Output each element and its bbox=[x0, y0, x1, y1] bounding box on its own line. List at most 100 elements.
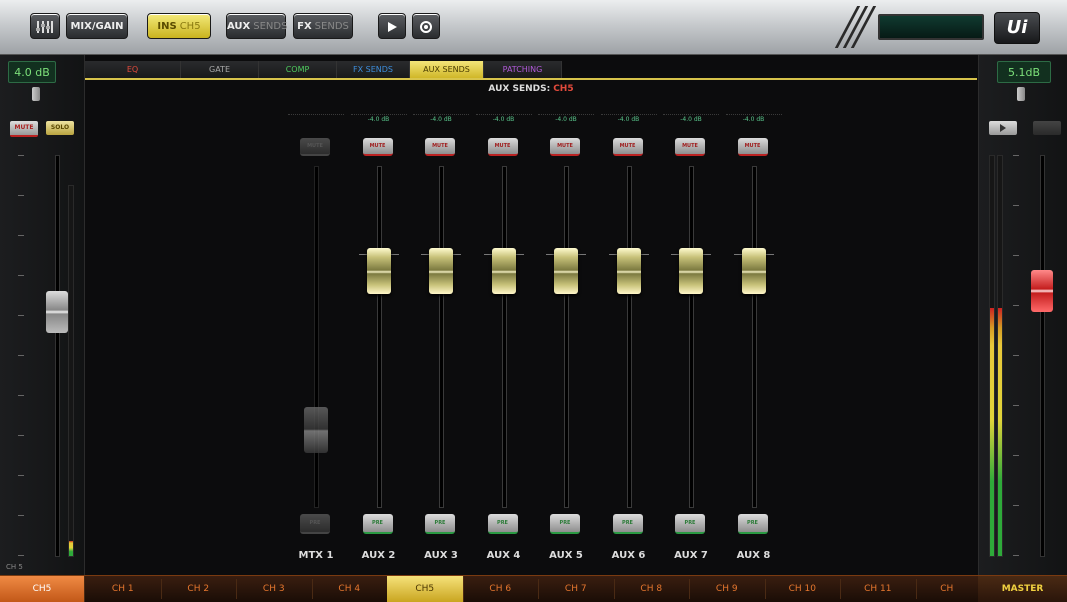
play-icon bbox=[388, 22, 397, 32]
tab-gate-label: GATE bbox=[209, 65, 230, 74]
master-balance-knob[interactable] bbox=[1017, 87, 1025, 101]
aux-send-pre-button[interactable]: PRE bbox=[487, 514, 518, 534]
grille-decoration bbox=[834, 6, 877, 48]
aux-send-fader[interactable] bbox=[554, 248, 578, 295]
aux-send-fader-track bbox=[439, 166, 444, 508]
master-play-button[interactable] bbox=[989, 121, 1017, 135]
aux-send-level-value: -4.0 dB bbox=[538, 114, 594, 124]
aux-send-strip: -4.0 dB MUTE PRE AUX 2 bbox=[349, 108, 409, 568]
aux-send-pre-button[interactable]: PRE bbox=[362, 514, 393, 534]
left-channel-strip: 4.0 dB MUTE SOLO CH 5 bbox=[0, 55, 85, 575]
aux-send-level-value: -4.0 dB bbox=[413, 114, 469, 124]
aux-send-name: AUX 8 bbox=[736, 550, 771, 561]
tab-aux-sends[interactable]: AUX SENDS bbox=[410, 61, 484, 78]
aux-send-fader[interactable] bbox=[304, 407, 328, 454]
channel-tab[interactable]: CH bbox=[916, 579, 979, 599]
aux-send-pre-button[interactable]: PRE bbox=[675, 514, 705, 534]
mixer-grid-icon[interactable] bbox=[30, 13, 60, 39]
channel-tab[interactable]: CH 8 bbox=[614, 579, 690, 599]
aux-send-mute-button[interactable]: MUTE bbox=[487, 138, 518, 156]
channel-selector-bar: CH5 CH 1 CH 2 CH 3 CH 4 CH5 CH 6 CH 7 CH 8 CH 9C… bbox=[0, 575, 1067, 602]
aux-send-strip: -4.0 dB MUTE PRE AUX 4 bbox=[474, 108, 534, 568]
left-pan-knob[interactable] bbox=[32, 87, 40, 101]
left-strip-channel-label: CH 5 bbox=[6, 563, 23, 571]
channel-tab[interactable]: CH 1 bbox=[85, 579, 162, 599]
aux-send-name: AUX 6 bbox=[611, 550, 646, 561]
aux-send-mute-button[interactable]: MUTE bbox=[737, 138, 768, 156]
left-fader[interactable] bbox=[46, 291, 68, 334]
aux-send-mute-button[interactable]: MUTE bbox=[675, 138, 705, 156]
aux-send-pre-button[interactable]: PRE bbox=[425, 514, 455, 534]
aux-send-fader[interactable] bbox=[491, 248, 516, 295]
channel-tab[interactable]: CH 10 bbox=[765, 579, 841, 599]
tab-eq[interactable]: EQ bbox=[85, 61, 181, 78]
master-disabled-button[interactable] bbox=[1033, 121, 1061, 135]
channel-tab[interactable]: CH 2 bbox=[161, 579, 237, 599]
panel-channel-name: CH5 bbox=[553, 84, 574, 94]
aux-send-strip: -4.0 dB MUTE PRE AUX 5 bbox=[536, 108, 596, 568]
left-gain-display[interactable]: 4.0 dB bbox=[8, 61, 56, 83]
aux-send-mute-button[interactable]: MUTE bbox=[362, 138, 393, 156]
aux-send-strip: -4.0 dB MUTE PRE AUX 8 bbox=[724, 108, 784, 568]
aux-send-mute-button[interactable]: MUTE bbox=[425, 138, 455, 156]
tab-eq-label: EQ bbox=[126, 65, 139, 74]
aux-send-fader[interactable] bbox=[616, 248, 641, 295]
fx-sub-label: SENDS bbox=[314, 21, 349, 32]
panel-title: AUX SENDS: CH5 bbox=[85, 84, 977, 94]
aux-send-fader[interactable] bbox=[741, 248, 766, 295]
aux-send-pre-button[interactable]: PRE bbox=[737, 514, 768, 534]
aux-send-fader[interactable] bbox=[429, 248, 453, 295]
channel-tab[interactable]: CH5 bbox=[387, 576, 464, 602]
channel-tab[interactable]: CH 4 bbox=[312, 579, 388, 599]
current-channel-button[interactable]: CH5 bbox=[0, 576, 85, 602]
aux-send-mute-button[interactable]: MUTE bbox=[300, 138, 330, 156]
aux-send-pre-button[interactable]: PRE bbox=[550, 514, 580, 534]
record-icon bbox=[420, 21, 432, 33]
channel-tab[interactable]: CH 7 bbox=[538, 579, 615, 599]
aux-send-fader-track bbox=[314, 166, 319, 508]
tab-comp-label: COMP bbox=[285, 65, 310, 74]
aux-send-fader-track bbox=[689, 166, 694, 508]
play-icon bbox=[1000, 124, 1006, 132]
channel-tab[interactable]: CH 6 bbox=[463, 579, 539, 599]
panel-title-text: AUX SENDS: bbox=[488, 84, 551, 94]
master-channel-button[interactable]: MASTER bbox=[978, 576, 1067, 602]
master-meter-right bbox=[997, 155, 1003, 557]
aux-send-level-value: -4.0 dB bbox=[600, 114, 657, 124]
settings-button[interactable] bbox=[412, 13, 440, 39]
master-fader[interactable] bbox=[1031, 269, 1053, 312]
tab-fx-sends-label: FX SENDS bbox=[353, 65, 393, 74]
aux-sends-button[interactable]: AUX SENDS bbox=[226, 13, 287, 39]
tab-fx-sends[interactable]: FX SENDS bbox=[337, 61, 410, 78]
name-display bbox=[878, 14, 984, 40]
tab-comp[interactable]: COMP bbox=[259, 61, 337, 78]
aux-send-strip: -4.0 dB MUTE PRE AUX 6 bbox=[599, 108, 659, 568]
aux-send-level-value: -4.0 dB bbox=[663, 114, 719, 124]
tab-patching[interactable]: PATCHING bbox=[484, 61, 562, 78]
channel-tab[interactable]: CH 3 bbox=[236, 579, 313, 599]
master-meter-left bbox=[989, 155, 995, 557]
aux-send-pre-button[interactable]: PRE bbox=[612, 514, 643, 534]
channel-tab[interactable]: CH 11 bbox=[840, 579, 917, 599]
aux-send-mute-button[interactable]: MUTE bbox=[612, 138, 643, 156]
tab-gate[interactable]: GATE bbox=[181, 61, 259, 78]
insert-label: INS bbox=[157, 21, 177, 32]
aux-send-fader-track bbox=[564, 166, 569, 508]
left-level-meter bbox=[68, 185, 74, 557]
aux-send-fader-track bbox=[751, 166, 757, 508]
aux-send-name: AUX 2 bbox=[361, 550, 396, 561]
mix-gain-label: MIX/GAIN bbox=[70, 21, 124, 32]
aux-send-fader[interactable] bbox=[366, 248, 391, 295]
channel-tab[interactable]: CH 9 bbox=[689, 579, 766, 599]
channel-insert-button[interactable]: INS CH5 bbox=[147, 13, 211, 39]
fx-sends-button[interactable]: FX SENDS bbox=[293, 13, 353, 39]
mix-gain-button[interactable]: MIX/GAIN bbox=[66, 13, 128, 39]
aux-label: AUX bbox=[227, 21, 251, 32]
left-mute-button[interactable]: MUTE bbox=[10, 121, 38, 137]
aux-send-mute-button[interactable]: MUTE bbox=[550, 138, 580, 156]
master-gain-display[interactable]: 5.1dB bbox=[997, 61, 1051, 83]
play-button[interactable] bbox=[378, 13, 406, 39]
aux-send-pre-button[interactable]: PRE bbox=[300, 514, 330, 534]
left-solo-button[interactable]: SOLO bbox=[46, 121, 74, 135]
aux-send-fader[interactable] bbox=[679, 248, 703, 295]
